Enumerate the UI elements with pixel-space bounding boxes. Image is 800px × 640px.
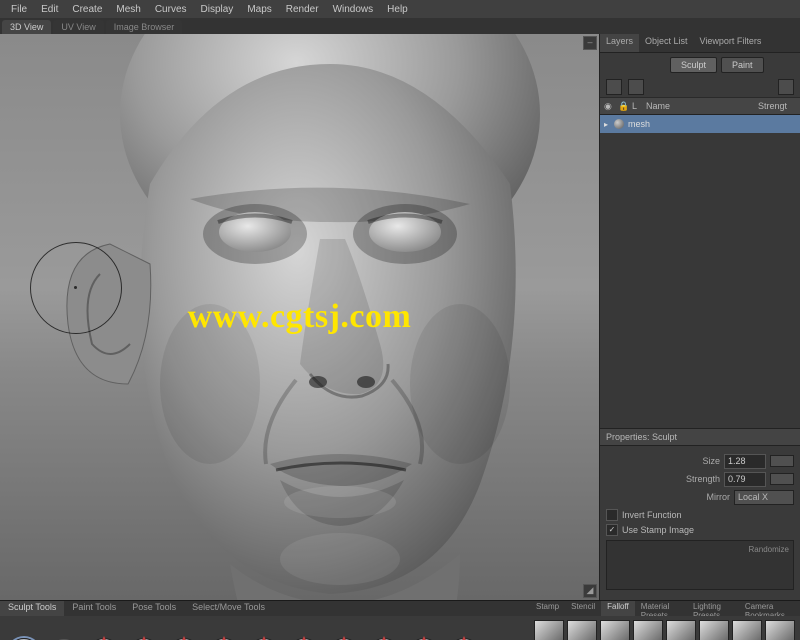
tab-camera-bookmarks[interactable]: Camera Bookmarks (739, 601, 800, 616)
mode-paint[interactable]: Paint (721, 57, 764, 73)
tab-stencil[interactable]: Stencil (565, 601, 601, 616)
tab-object-list[interactable]: Object List (639, 34, 694, 52)
tab-paint-tools[interactable]: Paint Tools (64, 601, 124, 616)
col-visibility[interactable]: ◉ (604, 101, 618, 112)
tab-image-browser[interactable]: Image Browser (106, 20, 183, 34)
properties-header[interactable]: Properties: Sculpt (600, 428, 800, 446)
checkbox-icon[interactable] (606, 524, 618, 536)
checkbox-icon[interactable] (606, 509, 618, 521)
tab-select-move-tools[interactable]: Select/Move Tools (184, 601, 273, 616)
col-strength[interactable]: Strengt (758, 101, 796, 111)
layer-row-mesh[interactable]: ▸ mesh (600, 115, 800, 133)
viewport-3d[interactable]: www.cgtsj.com – ◢ (0, 34, 599, 600)
viewport-corner[interactable]: ◢ (583, 584, 597, 598)
col-name[interactable]: Name (646, 101, 758, 111)
mesh-icon (614, 119, 624, 129)
layer-list-header: ◉ 🔒 L Name Strengt (600, 98, 800, 115)
tab-material-presets[interactable]: Material Presets (635, 601, 687, 616)
tab-viewport-filters[interactable]: Viewport Filters (694, 34, 768, 52)
randomize-label: Randomize (749, 545, 789, 554)
menu-create[interactable]: Create (65, 2, 109, 17)
menu-mesh[interactable]: Mesh (109, 2, 147, 17)
menu-help[interactable]: Help (380, 2, 415, 17)
brush-center (74, 286, 77, 289)
tab-layers[interactable]: Layers (600, 34, 639, 52)
properties-body: Size 1.28 Strength 0.79 Mirror Local X I… (600, 446, 800, 600)
tab-falloff[interactable]: Falloff (601, 601, 635, 616)
tab-uv-view[interactable]: UV View (53, 20, 103, 34)
strength-label: Strength (606, 474, 720, 484)
falloff-preset[interactable] (765, 620, 795, 640)
watermark: www.cgtsj.com (188, 298, 412, 336)
invert-label: Invert Function (622, 510, 682, 520)
strength-value[interactable]: 0.79 (724, 472, 766, 487)
menu-file[interactable]: File (4, 2, 34, 17)
col-lock[interactable]: 🔒 (618, 101, 632, 112)
menu-windows[interactable]: Windows (326, 2, 381, 17)
mirror-label: Mirror (606, 492, 730, 502)
right-panel: Layers Object List Viewport Filters Scul… (599, 34, 800, 600)
falloff-preset[interactable] (600, 620, 630, 640)
mode-sculpt[interactable]: Sculpt (670, 57, 717, 73)
tab-pose-tools[interactable]: Pose Tools (124, 601, 184, 616)
falloff-preset[interactable] (534, 620, 564, 640)
use-stamp-image[interactable]: Use Stamp Image (606, 524, 794, 536)
layer-list-body[interactable] (600, 133, 800, 428)
falloff-preset[interactable] (567, 620, 597, 640)
falloff-preset[interactable] (666, 620, 696, 640)
falloff-preset[interactable] (732, 620, 762, 640)
presets-tray: Stamp Stencil Falloff Material Presets L… (530, 601, 800, 640)
view-tabs: 3D View UV View Image Browser (0, 18, 800, 34)
size-slider[interactable] (770, 455, 794, 467)
layer-delete-icon[interactable] (628, 79, 644, 95)
expand-icon[interactable]: ▸ (604, 120, 608, 129)
strength-slider[interactable] (770, 473, 794, 485)
stamp-preview[interactable]: Randomize (606, 540, 794, 590)
tab-sculpt-tools[interactable]: Sculpt Tools (0, 601, 64, 616)
tab-lighting-presets[interactable]: Lighting Presets (687, 601, 739, 616)
col-l[interactable]: L (632, 101, 646, 111)
invert-function[interactable]: Invert Function (606, 509, 794, 521)
layer-name: mesh (628, 119, 650, 129)
tool-tray: Sculpt Tools Paint Tools Pose Tools Sele… (0, 601, 530, 640)
menu-display[interactable]: Display (194, 2, 241, 17)
layer-options-icon[interactable] (778, 79, 794, 95)
menu-edit[interactable]: Edit (34, 2, 65, 17)
tab-stamp[interactable]: Stamp (530, 601, 565, 616)
size-label: Size (606, 456, 720, 466)
size-value[interactable]: 1.28 (724, 454, 766, 469)
viewport-minimize[interactable]: – (583, 36, 597, 50)
tab-3d-view[interactable]: 3D View (2, 20, 51, 34)
menu-render[interactable]: Render (279, 2, 326, 17)
falloff-preset[interactable] (699, 620, 729, 640)
layer-new-icon[interactable] (606, 79, 622, 95)
menu-maps[interactable]: Maps (240, 2, 278, 17)
menubar: File Edit Create Mesh Curves Display Map… (0, 0, 800, 18)
falloff-preset[interactable] (633, 620, 663, 640)
use-stamp-label: Use Stamp Image (622, 525, 694, 535)
menu-curves[interactable]: Curves (148, 2, 194, 17)
mirror-combo[interactable]: Local X (734, 490, 794, 505)
